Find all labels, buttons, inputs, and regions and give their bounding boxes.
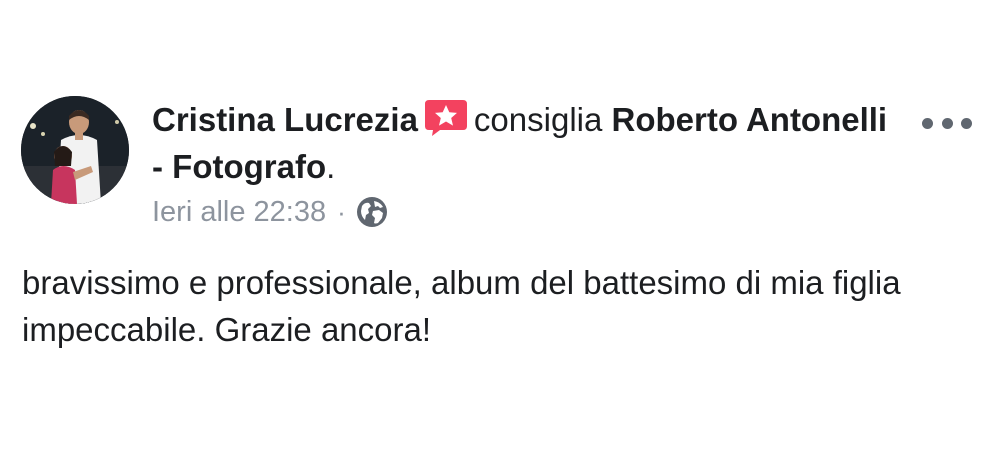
more-dot — [961, 117, 972, 129]
post-card: Cristina Lucrezia consiglia Roberto Anto… — [0, 0, 1000, 450]
post-meta: Ieri alle 22:38 · — [152, 192, 388, 232]
author-name[interactable]: Cristina Lucrezia — [152, 101, 418, 138]
recommend-star-icon — [424, 99, 468, 137]
globe-icon[interactable] — [356, 196, 388, 228]
avatar-photo — [21, 96, 129, 204]
avatar[interactable] — [21, 96, 129, 204]
meta-separator: · — [337, 197, 346, 227]
more-dot — [941, 117, 953, 129]
timestamp[interactable]: Ieri alle 22:38 — [152, 192, 326, 232]
post-header: Cristina Lucrezia consiglia Roberto Anto… — [152, 96, 892, 190]
page-suffix: . — [326, 148, 336, 185]
action-verb: consiglia — [473, 101, 603, 138]
more-options-icon[interactable] — [922, 110, 972, 136]
more-dot — [922, 117, 933, 129]
post-message: bravissimo e professionale, album del ba… — [22, 264, 901, 348]
